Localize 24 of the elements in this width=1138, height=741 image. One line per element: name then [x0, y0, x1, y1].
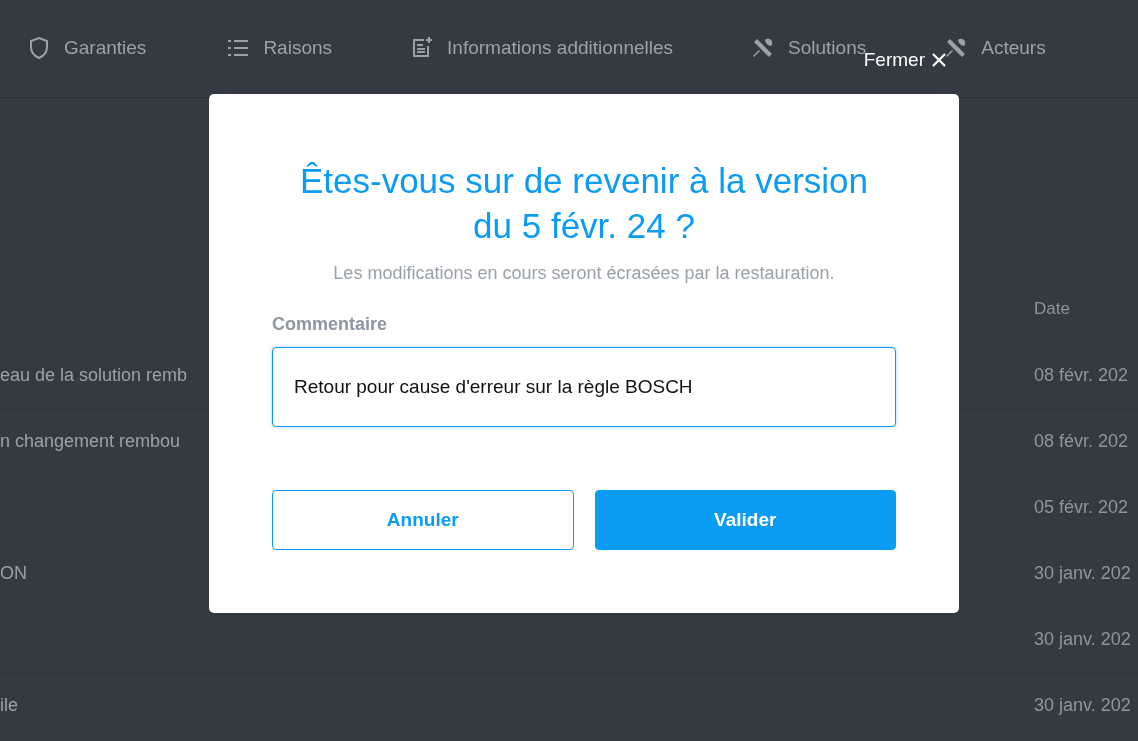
date-cell: 30 janv. 202 — [1034, 563, 1131, 584]
date-cell: 30 janv. 202 — [1034, 629, 1131, 650]
date-cell: 08 févr. 202 — [1034, 431, 1129, 452]
confirm-button[interactable]: Valider — [594, 490, 896, 550]
note-add-icon — [410, 35, 435, 60]
tab[interactable]: Garanties — [27, 35, 147, 60]
comment-field[interactable]: Retour pour cause d'erreur sur la règle BOSCH — [272, 347, 896, 427]
close-icon — [931, 52, 947, 68]
date-cell: 05 févr. 202 — [1034, 497, 1129, 518]
dialog-title: Êtes-vous sur de revenir à la version du 5 févr. 24 ? — [298, 160, 869, 247]
tab[interactable]: Informations additionnelles — [410, 35, 674, 60]
cancel-button[interactable]: Annuler — [272, 490, 574, 550]
table-cell: n changement rembou — [0, 431, 181, 451]
table-cell: ile — [0, 695, 18, 715]
table-cell: ON — [0, 563, 27, 583]
shield-icon — [27, 35, 51, 60]
tab[interactable]: Raisons — [226, 35, 333, 60]
dialog-subtitle: Les modifications en cours seront écrasées par la restauration. — [332, 263, 836, 284]
column-header: Date — [1034, 298, 1070, 319]
date-cell: 30 janv. 202 — [1034, 695, 1131, 716]
comment-label: Commentaire — [272, 314, 389, 335]
date-cell: 08 févr. 202 — [1034, 365, 1129, 386]
tab[interactable]: Acteurs — [944, 35, 1046, 60]
table-cell: eau de la solution remb — [0, 365, 188, 385]
